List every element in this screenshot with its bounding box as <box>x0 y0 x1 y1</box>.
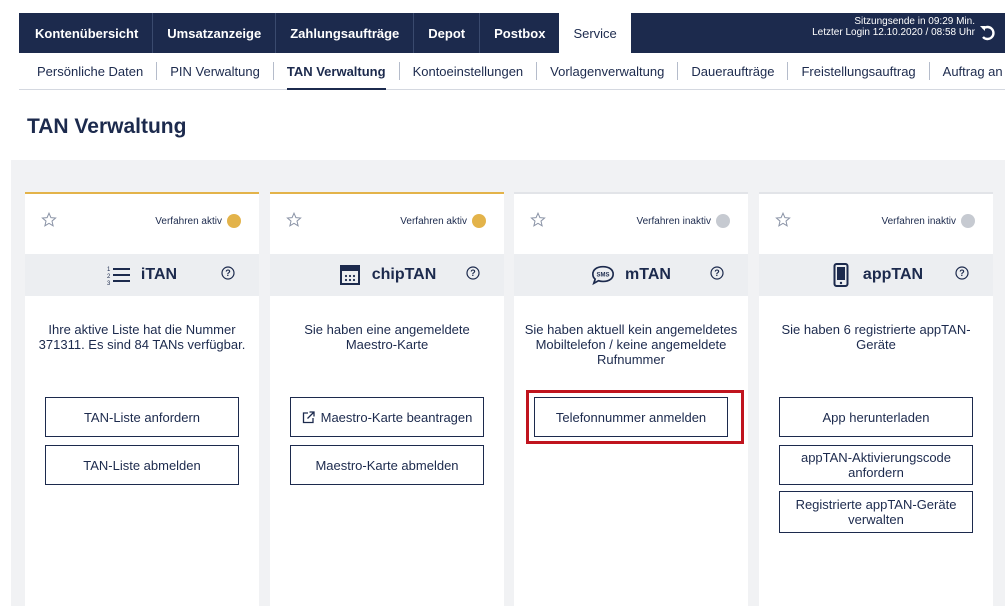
status-indicator: Verfahren aktiv <box>400 214 486 228</box>
tab-vorlagenverwaltung[interactable]: Vorlagenverwaltung <box>537 62 679 80</box>
svg-text:?: ? <box>959 268 965 278</box>
procedure-description: Sie haben 6 registrierte appTAN-Geräte <box>781 322 971 352</box>
list-numbered-icon: 123 <box>107 263 131 287</box>
help-icon[interactable]: ? <box>955 266 969 280</box>
svg-text:3: 3 <box>107 281 111 286</box>
procedure-name: chipTAN <box>371 266 437 283</box>
favorite-star-icon[interactable] <box>775 212 791 228</box>
tab-kontoeinstellungen[interactable]: Kontoeinstellungen <box>400 62 538 80</box>
procedure-name: mTAN <box>625 266 671 283</box>
svg-text:?: ? <box>714 268 720 278</box>
last-login-text: Letzter Login 12.10.2020 / 08:58 Uhr <box>812 27 975 38</box>
request-activation-code-button[interactable]: appTAN-Aktivierungscode anfordern <box>779 445 973 485</box>
status-text: Verfahren aktiv <box>400 215 467 227</box>
deregister-maestro-card-button[interactable]: Maestro-Karte abmelden <box>290 445 484 485</box>
status-dot <box>961 214 975 228</box>
tab-freistellungsauftrag[interactable]: Freistellungsauftrag <box>788 62 930 80</box>
status-text: Verfahren inaktiv <box>881 215 957 227</box>
apply-maestro-card-button[interactable]: Maestro-Karte beantragen <box>290 397 484 437</box>
tab-dauerauftraege[interactable]: Daueraufträge <box>678 62 789 80</box>
sms-icon: SMS <box>591 263 615 287</box>
external-link-icon <box>302 410 315 423</box>
favorite-star-icon[interactable] <box>41 212 57 228</box>
session-timeout-text: Sitzungsende in 09:29 Min. <box>854 16 975 27</box>
calculator-icon <box>338 263 362 287</box>
procedure-description: Sie haben eine angemeldete Maestro-Karte <box>304 322 470 352</box>
procedure-description: Sie haben aktuell kein angemeldetes Mobi… <box>524 322 738 367</box>
status-dot <box>472 214 486 228</box>
request-tan-list-button[interactable]: TAN-Liste anfordern <box>45 397 239 437</box>
card-header: appTAN ? <box>759 254 993 296</box>
session-info: Sitzungsende in 09:29 Min. Letzter Login… <box>812 16 975 38</box>
favorite-star-icon[interactable] <box>286 212 302 228</box>
status-indicator: Verfahren inaktiv <box>881 214 975 228</box>
button-label: Maestro-Karte beantragen <box>320 409 473 425</box>
smartphone-icon <box>829 263 853 287</box>
card-apptan: Verfahren inaktiv appTAN ? Sie haben 6 r… <box>759 192 993 606</box>
session-refresh-icon[interactable] <box>979 24 995 42</box>
card-mtan: Verfahren inaktiv SMS mTAN ? Sie haben a… <box>514 192 748 606</box>
svg-text:?: ? <box>470 268 476 278</box>
procedure-description: Ihre aktive Liste hat die Nummer 371311.… <box>38 322 246 352</box>
status-indicator: Verfahren aktiv <box>155 214 241 228</box>
tab-tan-verwaltung[interactable]: TAN Verwaltung <box>274 62 400 90</box>
card-chiptan: Verfahren aktiv chipTAN ? Sie haben eine… <box>270 192 504 606</box>
nav-kontenuebersicht[interactable]: Kontenübersicht <box>19 13 154 53</box>
tab-persoenliche-daten[interactable]: Persönliche Daten <box>19 62 158 80</box>
card-header: 123 iTAN ? <box>25 254 259 296</box>
service-submenu: Persönliche Daten PIN Verwaltung TAN Ver… <box>19 53 1005 90</box>
register-phone-number-button[interactable]: Telefonnummer anmelden <box>534 397 728 437</box>
favorite-star-icon[interactable] <box>530 212 546 228</box>
card-itan: Verfahren aktiv 123 iTAN ? Ihre aktive L… <box>25 192 259 606</box>
main-menu-bar: Kontenübersicht Umsatzanzeige Zahlungsau… <box>19 13 1005 53</box>
svg-text:1: 1 <box>107 267 111 273</box>
svg-text:2: 2 <box>107 274 111 280</box>
svg-text:SMS: SMS <box>597 273 610 279</box>
help-icon[interactable]: ? <box>466 266 480 280</box>
nav-postbox[interactable]: Postbox <box>480 13 559 53</box>
card-header: SMS mTAN ? <box>514 254 748 296</box>
deregister-tan-list-button[interactable]: TAN-Liste abmelden <box>45 445 239 485</box>
status-text: Verfahren aktiv <box>155 215 222 227</box>
help-icon[interactable]: ? <box>221 266 235 280</box>
status-dot <box>227 214 241 228</box>
nav-depot[interactable]: Depot <box>414 13 481 53</box>
nav-zahlungsauftraege[interactable]: Zahlungsaufträge <box>276 13 415 53</box>
card-header: chipTAN ? <box>270 254 504 296</box>
procedure-name: appTAN <box>862 266 924 283</box>
status-text: Verfahren inaktiv <box>636 215 712 227</box>
nav-service[interactable]: Service <box>559 13 631 53</box>
status-indicator: Verfahren inaktiv <box>636 214 730 228</box>
procedure-name: iTAN <box>140 266 178 283</box>
download-app-button[interactable]: App herunterladen <box>779 397 973 437</box>
page-title: TAN Verwaltung <box>27 115 187 138</box>
tab-pin-verwaltung[interactable]: PIN Verwaltung <box>157 62 274 80</box>
tab-auftrag-an-die-bank[interactable]: Auftrag an die Ban <box>930 62 1005 80</box>
help-icon[interactable]: ? <box>710 266 724 280</box>
status-dot <box>716 214 730 228</box>
nav-umsatzanzeige[interactable]: Umsatzanzeige <box>153 13 277 53</box>
top-navigation: Kontenübersicht Umsatzanzeige Zahlungsau… <box>0 0 1005 53</box>
manage-apptan-devices-button[interactable]: Registrierte appTAN-Geräte verwalten <box>779 491 973 533</box>
svg-text:?: ? <box>225 268 231 278</box>
